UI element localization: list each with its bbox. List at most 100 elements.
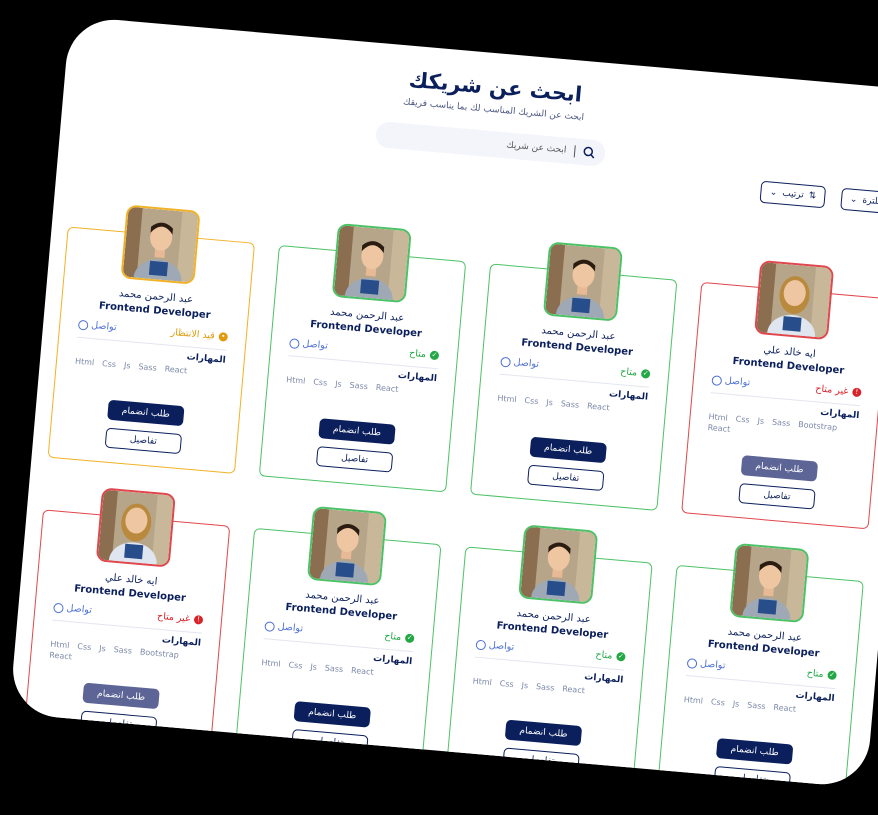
join-request-button[interactable]: طلب انضمام [504,719,583,747]
status-label: متاح [383,630,402,644]
clock-icon: • [218,332,229,342]
status-label: متاح [595,649,613,662]
avatar[interactable] [306,505,388,587]
join-request-button[interactable]: طلب انضمام [318,418,396,445]
avatar[interactable] [95,487,176,568]
status-label: متاح [806,667,825,681]
avatar[interactable] [518,524,599,605]
portrait-image [309,508,385,584]
search-bar[interactable]: ابحث عن شريك [374,121,607,167]
sort-label: ترتيب [781,188,805,201]
contact-link[interactable]: تواصل [53,602,92,616]
status-label: غير متاح [814,383,849,398]
portrait-image [122,206,199,283]
skill-tag: React [350,665,374,677]
skill-tag: React [561,684,586,696]
skills-title: المهارات [583,672,624,686]
details-button[interactable]: تفاصيل [291,728,369,756]
status-badge: • قيد الانتظار [170,326,229,343]
join-request-button[interactable]: طلب انضمام [107,399,185,427]
details-button[interactable]: تفاصيل [738,483,816,510]
alert-icon: ! [193,614,204,625]
status-label: متاح [408,347,427,361]
contact-link[interactable]: تواصل [77,319,118,334]
partner-card: ايه خالد علي Frontend Developer! غير متاح ت… [22,487,231,757]
skill-tag: Html [74,356,95,368]
status-badge: ! غير متاح [815,383,862,398]
join-request-button[interactable]: طلب انضمام [715,738,794,765]
sort-button[interactable]: ⇅ ترتيب ⌄ [759,180,827,209]
portrait-image [756,262,833,338]
filter-button[interactable]: ▼ فلترة ⌄ [840,187,878,216]
details-button[interactable]: تفاصيل [315,446,394,473]
check-icon: ✓ [615,651,626,662]
contact-label: تواصل [66,602,93,616]
join-request-button[interactable]: طلب انضمام [293,701,371,728]
contact-link[interactable]: تواصل [686,657,726,672]
skill-tag: Html [261,658,282,669]
contact-link[interactable]: تواصل [289,337,329,352]
search-input[interactable]: ابحث عن شريك [506,140,567,155]
check-icon: ✓ [404,633,415,644]
partner-card: عبد الرحمن محمد Frontend Developer • قيد ال… [47,204,256,474]
contact-label: تواصل [724,375,751,389]
contact-label: تواصل [90,319,118,334]
portrait-image [97,489,174,566]
details-button[interactable]: تفاصيل [104,427,183,455]
skill-tag: Sass [324,663,344,675]
search-divider [573,145,576,158]
skill-tag: Html [49,639,70,651]
skill-tag: Css [710,697,726,708]
details-button[interactable]: تفاصيل [79,710,158,738]
partner-card: عبد الرحمن محمد Frontend Developer ✓ متاح تو… [258,222,467,493]
details-button[interactable]: تفاصيل [713,765,791,789]
contact-label: تواصل [699,658,726,672]
partner-card: عبد الرحمن محمد Frontend Developer ✓ متاح تو… [445,524,653,789]
skill-tag: Html [708,412,729,423]
skill-tag: React [773,702,797,714]
skill-tag: Js [334,379,343,389]
skill-tag: React [707,423,731,434]
skill-tag: Html [683,694,704,706]
avatar[interactable] [754,259,835,341]
chat-icon [53,602,64,614]
chevron-down-icon: ⌄ [849,194,858,206]
partner-search-page: ابحث عن شريكك ابحث عن الشريك المناسب لك … [9,15,878,789]
skill-tag: Bootstrap [139,647,180,660]
filter-label: فلترة [862,195,878,208]
chat-icon [289,337,300,349]
contact-link[interactable]: تواصل [264,620,304,634]
avatar[interactable] [120,204,201,285]
skill-tag: Js [545,397,554,408]
skills-title: المهارات [608,389,649,403]
alert-icon: ! [851,387,862,398]
search-icon[interactable] [583,146,596,159]
details-button[interactable]: تفاصيل [527,464,605,492]
avatar[interactable] [729,542,810,624]
check-icon: ✓ [827,670,837,681]
skill-tag: Sass [349,380,369,392]
join-request-button[interactable]: طلب انضمام [529,436,607,464]
skill-tag: Css [101,358,117,370]
avatar[interactable] [542,241,624,322]
skills-title: المهارات [161,635,202,649]
contact-link[interactable]: تواصل [500,356,539,370]
join-request-button[interactable]: طلب انضمام [740,455,819,482]
check-icon: ✓ [640,368,651,379]
join-request-button[interactable]: طلب انضمام [82,682,160,710]
status-label: غير متاح [156,610,191,625]
chat-icon [711,374,723,386]
skills-title: المهارات [372,653,413,668]
partners-grid: ايه خالد علي Frontend Developer! غير متاح ت… [22,157,878,789]
avatar[interactable] [331,222,412,304]
status-badge: ✓ متاح [620,366,651,380]
portrait-image [520,526,597,603]
contact-label: تواصل [513,356,540,371]
skill-tag: React [586,401,610,413]
contact-link[interactable]: تواصل [475,639,515,653]
status-label: قيد الانتظار [170,326,216,342]
contact-label: تواصل [301,338,329,352]
contact-link[interactable]: تواصل [711,374,751,389]
skill-tag: Css [288,660,303,671]
details-button[interactable]: تفاصيل [502,747,580,775]
